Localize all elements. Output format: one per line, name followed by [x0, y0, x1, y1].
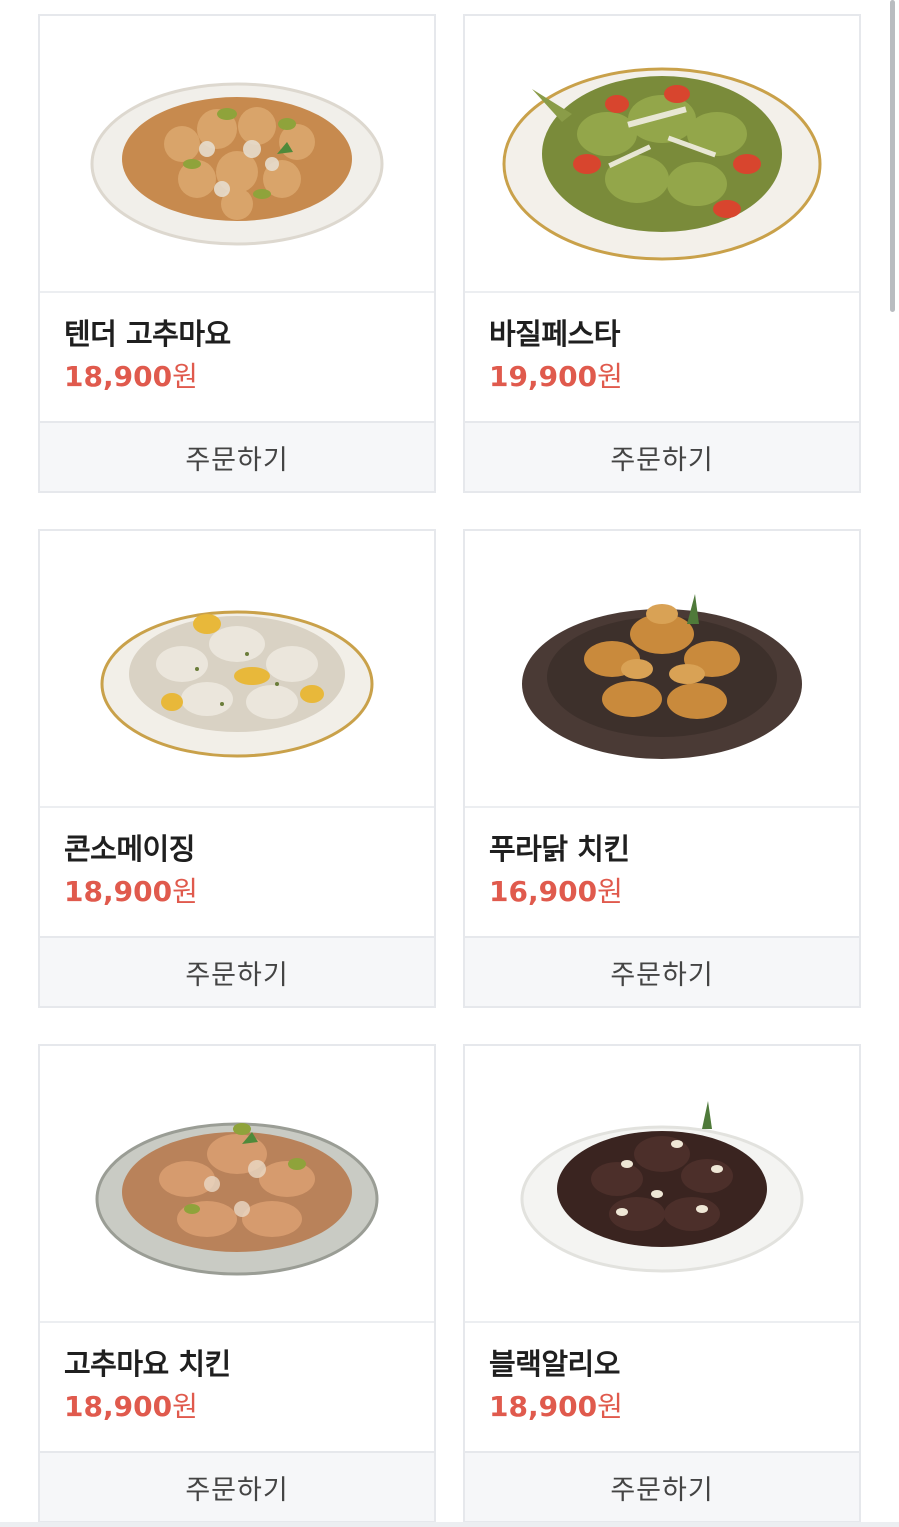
order-button[interactable]: 주문하기	[40, 423, 434, 491]
price-value: 18,900	[64, 875, 173, 908]
currency-label: 원	[172, 360, 198, 393]
menu-card[interactable]: 푸라닭 치킨 16,900원 주문하기	[463, 529, 861, 1008]
currency-label: 원	[172, 1390, 198, 1423]
tender-gochumayo-plate-image	[90, 82, 384, 245]
product-image[interactable]	[465, 16, 859, 293]
menu-card[interactable]: 고추마요 치킨 18,900원 주문하기	[38, 1044, 436, 1523]
price-value: 16,900	[489, 875, 598, 908]
product-info: 블랙알리오 18,900원	[465, 1323, 859, 1453]
product-price: 18,900원	[489, 1387, 835, 1427]
order-button[interactable]: 주문하기	[465, 938, 859, 1006]
currency-label: 원	[597, 1390, 623, 1423]
product-name: 푸라닭 치킨	[489, 832, 630, 866]
price-value: 18,900	[489, 1390, 598, 1423]
product-name: 바질페스타	[489, 317, 620, 351]
product-info: 바질페스타 19,900원	[465, 293, 859, 423]
product-image[interactable]	[465, 531, 859, 808]
menu-card[interactable]: 블랙알리오 18,900원 주문하기	[463, 1044, 861, 1523]
order-button[interactable]: 주문하기	[40, 1453, 434, 1521]
product-price: 18,900원	[64, 1387, 410, 1427]
product-info: 고추마요 치킨 18,900원	[40, 1323, 434, 1453]
product-image[interactable]	[40, 1046, 434, 1323]
menu-card[interactable]: 텐더 고추마요 18,900원 주문하기	[38, 14, 436, 493]
order-button[interactable]: 주문하기	[465, 1453, 859, 1521]
product-name: 콘소메이징	[64, 832, 195, 866]
product-price: 19,900원	[489, 357, 835, 397]
price-value: 19,900	[489, 360, 598, 393]
currency-label: 원	[597, 360, 623, 393]
currency-label: 원	[172, 875, 198, 908]
price-value: 18,900	[64, 360, 173, 393]
menu-grid: 텐더 고추마요 18,900원 주문하기 바질페스타 19,900원 주문하기 …	[38, 14, 861, 1523]
product-info: 콘소메이징 18,900원	[40, 808, 434, 938]
currency-label: 원	[597, 875, 623, 908]
product-price: 18,900원	[64, 357, 410, 397]
product-price: 16,900원	[489, 872, 835, 912]
black-alio-plate-image	[520, 1100, 804, 1272]
menu-card[interactable]: 바질페스타 19,900원 주문하기	[463, 14, 861, 493]
product-image[interactable]	[40, 531, 434, 808]
product-info: 푸라닭 치킨 16,900원	[465, 808, 859, 938]
product-info: 텐더 고추마요 18,900원	[40, 293, 434, 423]
order-button[interactable]: 주문하기	[465, 423, 859, 491]
consommazing-plate-image	[100, 610, 374, 757]
product-image[interactable]	[40, 16, 434, 293]
puradak-chicken-plate-image	[522, 593, 802, 759]
product-name: 텐더 고추마요	[64, 317, 231, 351]
price-value: 18,900	[64, 1390, 173, 1423]
product-name: 블랙알리오	[489, 1347, 620, 1381]
product-name: 고추마요 치킨	[64, 1347, 231, 1381]
basil-pesta-plate-image	[502, 67, 822, 260]
bottom-divider	[0, 1522, 899, 1527]
product-image[interactable]	[465, 1046, 859, 1323]
product-price: 18,900원	[64, 872, 410, 912]
gochumayo-chicken-plate-image	[95, 1122, 379, 1275]
order-button[interactable]: 주문하기	[40, 938, 434, 1006]
scrollbar-thumb[interactable]	[890, 0, 895, 312]
menu-page: 텐더 고추마요 18,900원 주문하기 바질페스타 19,900원 주문하기 …	[0, 0, 899, 1527]
menu-card[interactable]: 콘소메이징 18,900원 주문하기	[38, 529, 436, 1008]
